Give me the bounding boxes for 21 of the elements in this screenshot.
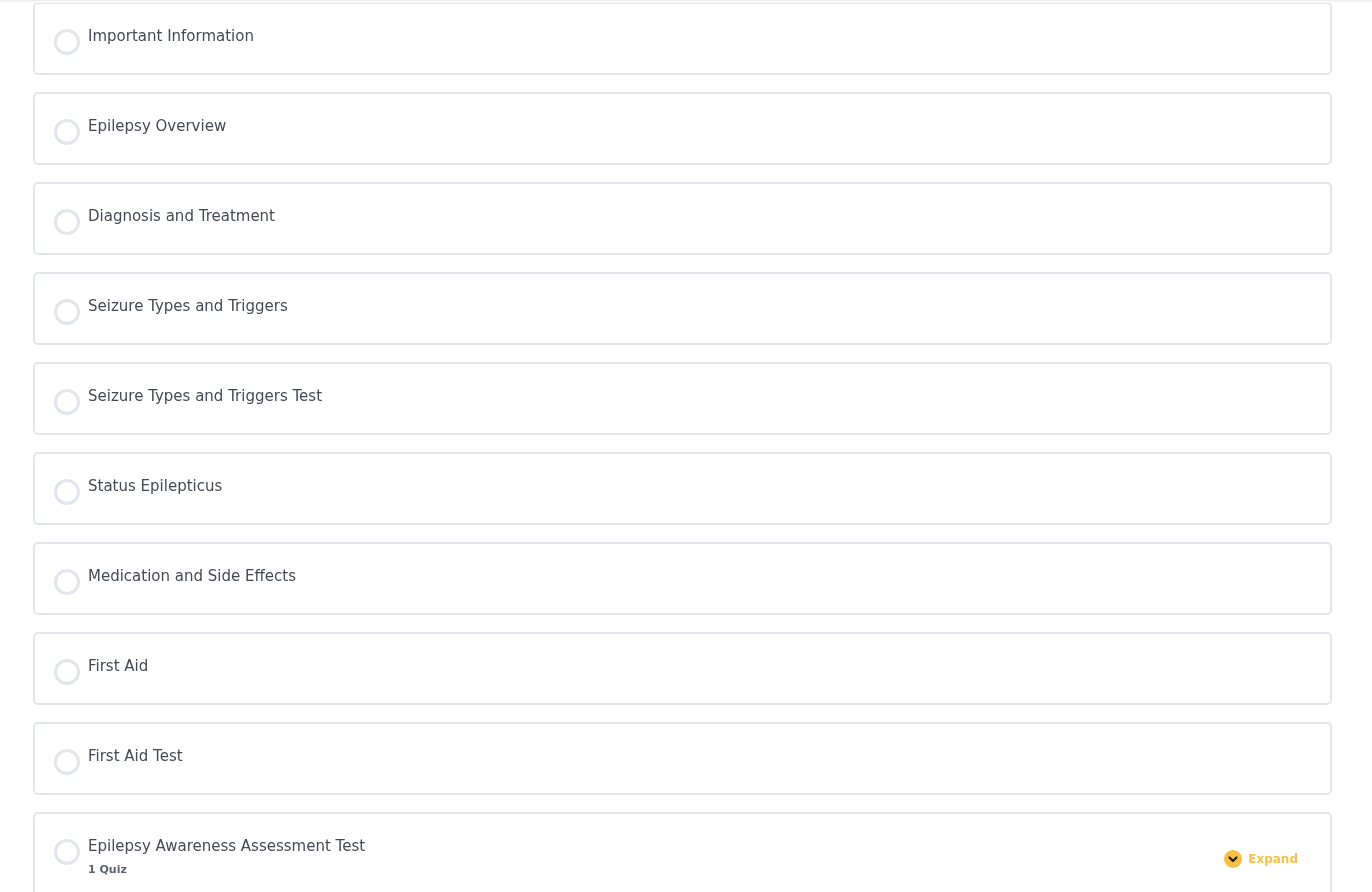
lesson-title: Epilepsy Awareness Assessment Test: [88, 836, 367, 857]
lesson-card[interactable]: Seizure Types and Triggers Test: [33, 362, 1332, 435]
lesson-title: Important Information: [88, 26, 255, 47]
lesson-title: First Aid: [88, 656, 150, 677]
lesson-card[interactable]: Medication and Side Effects: [33, 542, 1332, 615]
lesson-title: Diagnosis and Treatment: [88, 206, 276, 227]
lesson-card[interactable]: Diagnosis and Treatment: [33, 182, 1332, 255]
lesson-card[interactable]: Epilepsy Awareness Assessment Test 1 Quiz Expand: [33, 812, 1332, 892]
lesson-card[interactable]: First Aid: [33, 632, 1332, 705]
lesson-card[interactable]: Important Information: [33, 2, 1332, 75]
lesson-title: Status Epilepticus: [88, 476, 224, 497]
lesson-title: Medication and Side Effects: [88, 566, 297, 587]
lesson-card[interactable]: Status Epilepticus: [33, 452, 1332, 525]
lesson-count: 1 Quiz: [88, 862, 128, 878]
lesson-card[interactable]: First Aid Test: [33, 722, 1332, 795]
lesson-title: Seizure Types and Triggers Test: [88, 386, 323, 407]
lesson-card[interactable]: Seizure Types and Triggers: [33, 272, 1332, 345]
lesson-title: Seizure Types and Triggers: [88, 296, 289, 317]
lesson-title: Epilepsy Overview: [88, 116, 228, 137]
lesson-card[interactable]: Epilepsy Overview: [33, 92, 1332, 165]
lesson-title: First Aid Test: [88, 746, 184, 767]
